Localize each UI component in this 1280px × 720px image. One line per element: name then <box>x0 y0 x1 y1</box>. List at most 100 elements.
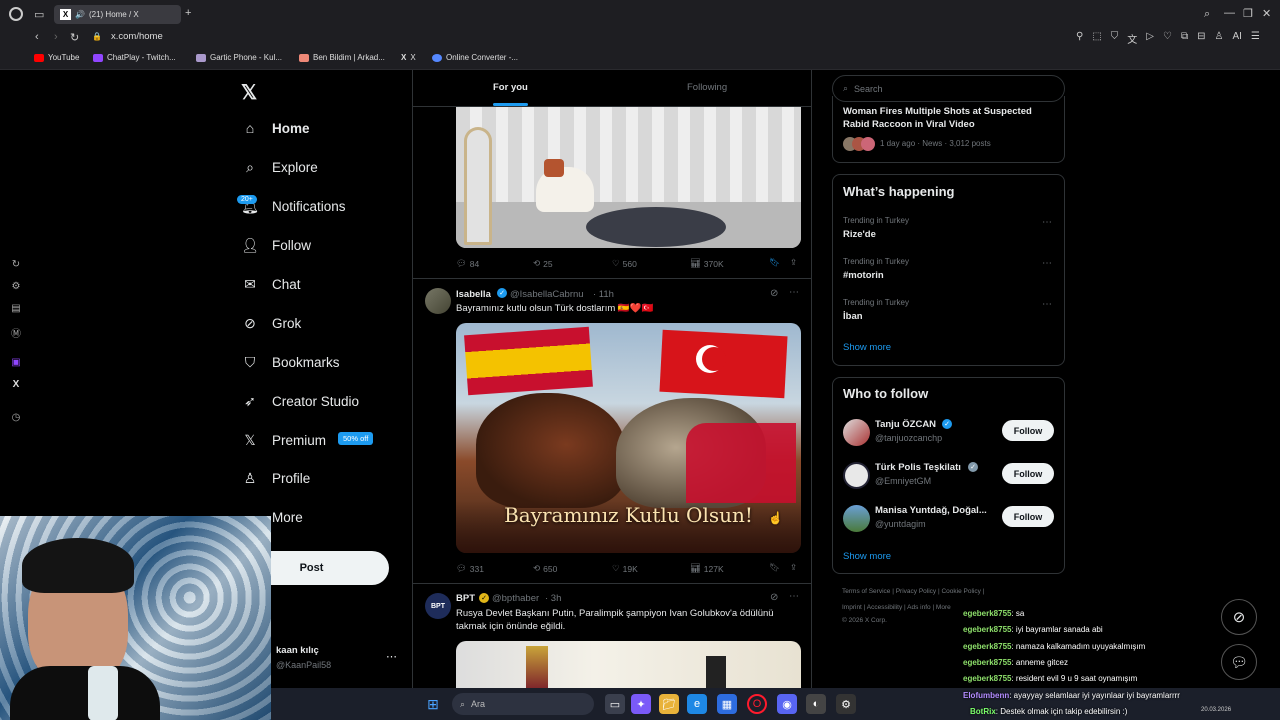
trend-item[interactable]: Trending in Turkey Rize'de ⋯ <box>833 213 1064 251</box>
avatar[interactable] <box>843 462 870 489</box>
post-more-icon[interactable]: ⋯ <box>789 591 799 602</box>
url-field[interactable]: x.com/home <box>111 31 163 42</box>
author-handle[interactable]: @IsabellaCabrnu <box>510 289 584 300</box>
tab-for-you[interactable]: For you <box>493 82 528 93</box>
play-icon[interactable]: ▷ <box>1146 31 1154 46</box>
tab-manager-icon[interactable]: ▭ <box>34 8 44 21</box>
bookmark-button[interactable]: 🔖︎ <box>769 257 780 268</box>
nav-follow[interactable]: 👤︎ Follow <box>241 237 311 254</box>
show-more-link[interactable]: Show more <box>843 342 891 353</box>
footer-links[interactable]: Imprint | Accessibility | Ads info | Mor… <box>842 604 951 611</box>
search-tabs-icon[interactable]: ⌕ <box>1204 8 1210 21</box>
minimize-icon[interactable]: — <box>1224 7 1235 19</box>
copilot-icon[interactable]: ✦ <box>631 694 651 714</box>
grok-float-button[interactable]: ⊘ <box>1221 599 1257 635</box>
ai-button[interactable]: AI <box>1232 31 1241 46</box>
like-button[interactable]: ♡ 560 <box>612 258 637 269</box>
trend-item[interactable]: Trending in Turkey #motorin ⋯ <box>833 254 1064 292</box>
menu-icon[interactable]: ☰ <box>1251 31 1260 46</box>
who-name[interactable]: Manisa Yuntdağ, Doğal... <box>875 505 987 516</box>
post-image-room[interactable] <box>456 107 801 248</box>
bookmark-gartic[interactable]: Gartic Phone - Kul... <box>196 53 282 62</box>
bookmark-online-converter[interactable]: Online Converter -... <box>432 53 518 62</box>
share-button[interactable]: ⇪ <box>790 257 797 268</box>
sidebar-twitch-icon[interactable]: ▣ <box>9 357 23 368</box>
author-handle[interactable]: @bpthaber <box>492 593 539 604</box>
snapshot-icon[interactable]: ⬚ <box>1092 31 1101 46</box>
sidebar-refresh-icon[interactable]: ↻ <box>9 259 23 270</box>
show-more-link[interactable]: Show more <box>843 551 891 562</box>
opera-logo-icon[interactable] <box>9 7 23 21</box>
profile-icon[interactable]: ♙ <box>1214 31 1223 46</box>
bookmark-youtube[interactable]: YouTube <box>34 53 79 62</box>
app-icon[interactable]: ⚙ <box>836 694 856 714</box>
nav-chat[interactable]: ✉ Chat <box>241 276 300 293</box>
reply-button[interactable]: 💬︎ 84 <box>456 258 479 269</box>
nav-profile[interactable]: ♙ Profile <box>241 470 311 487</box>
follow-button[interactable]: Follow <box>1002 506 1054 527</box>
task-view-icon[interactable]: ▭ <box>605 694 625 714</box>
sidebar-notes-icon[interactable]: ▤ <box>9 303 23 314</box>
news-card[interactable]: Woman Fires Multiple Shots at Suspected … <box>832 96 1065 163</box>
sidebar-history-icon[interactable]: ◷ <box>9 412 23 423</box>
author-name[interactable]: Isabella <box>456 289 491 300</box>
post-more-icon[interactable]: ⋯ <box>789 287 799 298</box>
maximize-icon[interactable]: ❐ <box>1243 7 1253 20</box>
close-icon[interactable]: ✕ <box>1262 7 1271 20</box>
edge-icon[interactable]: e <box>687 694 707 714</box>
windows-start-icon[interactable]: ⊞ <box>423 694 443 714</box>
pin-icon[interactable]: ⚲ <box>1076 31 1083 46</box>
account-menu-icon[interactable]: ⋯ <box>386 650 397 663</box>
repost-button[interactable]: ⟲ 25 <box>533 258 553 269</box>
footer-links[interactable]: Terms of Service | Privacy Policy | Cook… <box>842 588 984 595</box>
nav-premium[interactable]: 𝕏 Premium <box>241 432 326 449</box>
file-explorer-icon[interactable]: 📁︎ <box>659 694 679 714</box>
extensions-icon[interactable]: ⧉ <box>1181 31 1188 46</box>
views-button[interactable]: 📊︎ 370K <box>690 258 724 269</box>
trend-item[interactable]: Trending in Turkey İban ⋯ <box>833 295 1064 333</box>
avatar[interactable] <box>843 505 870 532</box>
share-button[interactable]: ⇪ <box>790 562 797 573</box>
nav-grok[interactable]: ⊘ Grok <box>241 315 301 332</box>
grok-post-icon[interactable]: ⊘ <box>770 592 778 603</box>
post-time[interactable]: · 11h <box>593 289 614 300</box>
avatar[interactable] <box>425 288 451 314</box>
reply-button[interactable]: 💬︎ 331 <box>456 563 484 574</box>
discord-icon[interactable]: ◉ <box>777 694 797 714</box>
sidebar-robot-icon[interactable]: ⚙ <box>9 281 23 292</box>
browser-tab-x-home[interactable]: X 🔊 (21) Home / X <box>54 5 181 24</box>
back-icon[interactable]: ‹ <box>35 31 39 43</box>
trend-more-icon[interactable]: ⋯ <box>1042 217 1052 228</box>
post-image-putin[interactable] <box>456 641 801 688</box>
taskbar-search[interactable]: ⌕ Ara <box>452 693 594 715</box>
reload-icon[interactable]: ↻ <box>70 31 79 44</box>
bookmark-ben-bildim[interactable]: Ben Bildim | Arkad... <box>299 53 385 62</box>
nav-bookmarks[interactable]: ⛉ Bookmarks <box>241 354 340 371</box>
trend-more-icon[interactable]: ⋯ <box>1042 299 1052 310</box>
grok-post-icon[interactable]: ⊘ <box>770 288 778 299</box>
obs-icon[interactable]: ◐ <box>806 694 826 714</box>
views-button[interactable]: 📊︎ 127K <box>690 563 724 574</box>
opera-icon[interactable]: O <box>747 694 767 714</box>
heart-icon[interactable]: ♡ <box>1163 31 1172 46</box>
nav-explore[interactable]: ⌕ Explore <box>241 159 318 176</box>
author-name[interactable]: BPT <box>456 593 475 604</box>
who-name[interactable]: Türk Polis Teşkilatı <box>875 462 961 473</box>
sidebar-m-icon[interactable]: Ⓜ <box>9 325 23 340</box>
nav-home[interactable]: ⌂ Home <box>241 120 310 136</box>
nav-creator-studio[interactable]: ➶ Creator Studio <box>241 393 359 410</box>
store-icon[interactable]: ▦ <box>717 694 737 714</box>
shield-icon[interactable]: ⛉ <box>1111 31 1119 46</box>
trend-more-icon[interactable]: ⋯ <box>1042 258 1052 269</box>
repost-button[interactable]: ⟲ 650 <box>533 563 557 574</box>
bookmark-button[interactable]: 🔖︎ <box>769 562 780 573</box>
follow-button[interactable]: Follow <box>1002 463 1054 484</box>
avatar[interactable] <box>843 419 870 446</box>
new-tab-icon[interactable]: + <box>185 7 191 19</box>
bookmark-x[interactable]: XX <box>401 53 416 62</box>
who-name[interactable]: Tanju ÖZCAN <box>875 419 936 430</box>
wallet-icon[interactable]: ⊟ <box>1197 31 1205 46</box>
follow-button[interactable]: Follow <box>1002 420 1054 441</box>
tab-following[interactable]: Following <box>687 82 727 93</box>
sidebar-x-icon[interactable]: X <box>9 379 23 390</box>
